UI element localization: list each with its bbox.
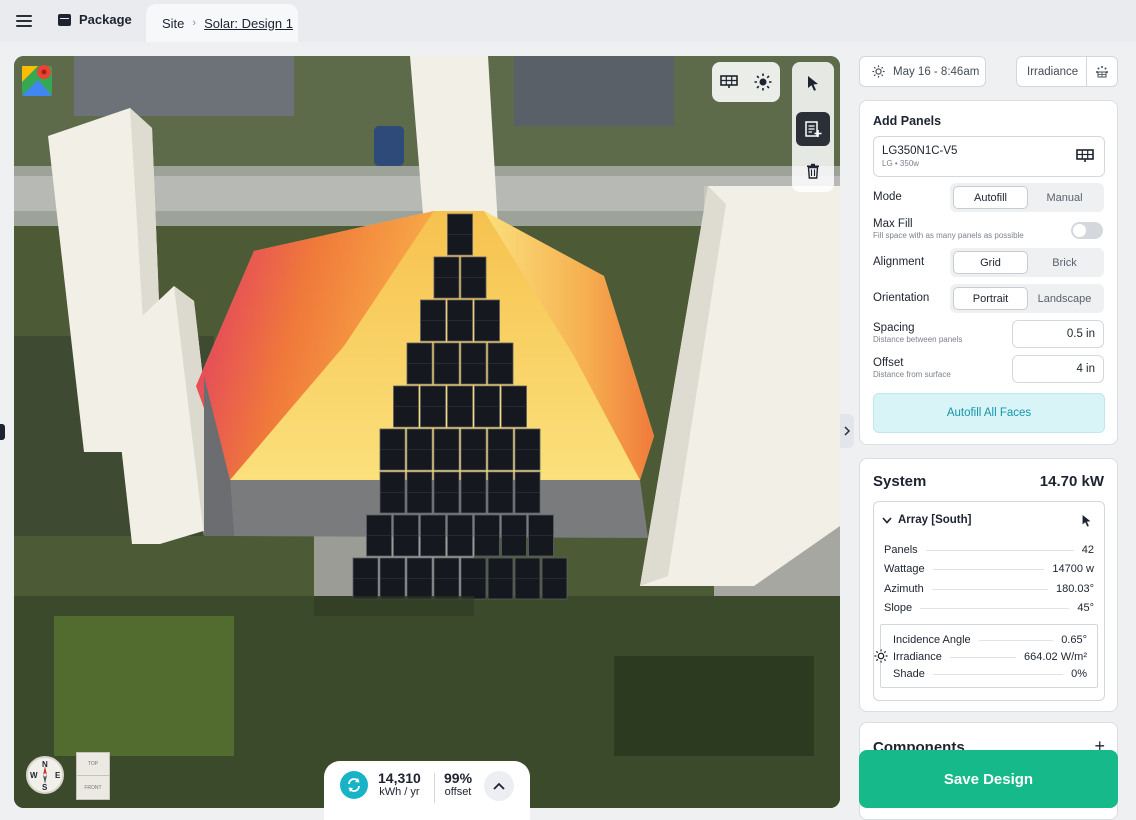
sun-row-incidence: Incidence Angle 0.65° bbox=[893, 634, 1087, 646]
array-row-azimuth: Azimuth 180.03° bbox=[884, 583, 1094, 595]
package-icon bbox=[58, 13, 71, 26]
stats-divider bbox=[434, 773, 435, 803]
mode-label: Mode bbox=[873, 191, 902, 203]
map-viewport[interactable]: N S E W TOP FRONT bbox=[14, 56, 840, 808]
irradiance-button[interactable]: Irradiance bbox=[1017, 66, 1086, 78]
expand-stats-button[interactable] bbox=[484, 771, 514, 801]
spacing-description: Distance between panels bbox=[873, 335, 963, 344]
hamburger-menu-icon[interactable] bbox=[14, 12, 34, 30]
energy-stat: 14,310 kWh / yr bbox=[378, 771, 421, 799]
breadcrumb-separator: › bbox=[192, 17, 197, 29]
system-total: 14.70 kW bbox=[1039, 473, 1104, 490]
add-panels-title: Add Panels bbox=[873, 114, 942, 128]
package-button[interactable]: Package bbox=[58, 12, 132, 27]
system-title: System bbox=[873, 473, 927, 490]
production-stats: 14,310 kWh / yr 99% offset bbox=[324, 761, 530, 820]
array-toggle[interactable]: Array [South] bbox=[882, 514, 971, 526]
left-drag-handle[interactable] bbox=[0, 424, 5, 440]
refresh-icon bbox=[348, 778, 360, 792]
max-fill-label: Max Fill bbox=[873, 218, 913, 230]
date-time-label: May 16 - 8:46am bbox=[893, 65, 980, 78]
breadcrumb-design[interactable]: Solar: Design 1 bbox=[204, 16, 293, 31]
energy-unit: kWh / yr bbox=[379, 786, 420, 798]
aerial-scene bbox=[14, 56, 840, 808]
select-tool[interactable] bbox=[796, 66, 830, 100]
offset-input[interactable]: 4 in bbox=[1012, 355, 1104, 383]
mode-autofill-option[interactable]: Autofill bbox=[953, 186, 1028, 209]
view-cube-front[interactable]: FRONT bbox=[77, 776, 109, 799]
collapse-panel-button[interactable] bbox=[840, 414, 854, 448]
system-card: System 14.70 kW Array [South] Panels 42 W… bbox=[859, 458, 1118, 712]
compass[interactable]: N S E W bbox=[26, 756, 64, 794]
save-design-button[interactable]: Save Design bbox=[859, 750, 1118, 808]
trash-icon bbox=[807, 163, 819, 179]
energy-value: 14,310 bbox=[378, 770, 421, 786]
alignment-label: Alignment bbox=[873, 256, 925, 268]
mode-toggle: Autofill Manual bbox=[950, 183, 1104, 212]
sun-view-toggle[interactable] bbox=[749, 68, 777, 96]
sun-icon bbox=[872, 65, 885, 78]
array-name: Array [South] bbox=[898, 514, 972, 526]
top-bar: Package Site › Solar: Design 1 bbox=[0, 0, 1136, 42]
sun-row-shade: Shade 0% bbox=[893, 668, 1087, 680]
select-array-cursor-icon[interactable] bbox=[1081, 514, 1092, 527]
orientation-label: Orientation bbox=[873, 292, 930, 304]
add-panels-card: Add Panels LG350N1C-V5 LG • 350w Mode Au… bbox=[859, 100, 1118, 445]
cursor-icon bbox=[808, 76, 818, 91]
sun-row-irradiance: Irradiance 664.02 W/m² bbox=[893, 651, 1087, 663]
irradiance-grid-icon bbox=[1095, 65, 1108, 77]
map-view-toolbar bbox=[712, 62, 780, 102]
panel-view-toggle[interactable] bbox=[715, 68, 743, 96]
sun-icon bbox=[874, 649, 888, 663]
offset-stat: 99% offset bbox=[444, 771, 472, 799]
mode-manual-option[interactable]: Manual bbox=[1028, 186, 1101, 209]
panel-model-select[interactable]: LG350N1C-V5 LG • 350w bbox=[873, 136, 1105, 177]
irradiance-settings-button[interactable] bbox=[1085, 57, 1117, 86]
chevron-down-icon bbox=[882, 516, 892, 524]
add-panel-icon bbox=[805, 121, 822, 137]
max-fill-description: Fill space with as many panels as possib… bbox=[873, 231, 1024, 240]
array-row-slope: Slope 45° bbox=[884, 602, 1094, 614]
orientation-portrait-option[interactable]: Portrait bbox=[953, 287, 1028, 310]
sun-icon bbox=[754, 73, 772, 91]
solar-panel-icon bbox=[1076, 149, 1094, 162]
chevron-right-icon bbox=[844, 426, 851, 436]
solar-panel-icon bbox=[720, 75, 738, 88]
panel-model-name: LG350N1C-V5 bbox=[882, 145, 958, 157]
chevron-up-icon bbox=[493, 782, 505, 790]
edit-toolbar bbox=[792, 62, 834, 192]
view-cube[interactable]: TOP FRONT bbox=[76, 752, 110, 800]
view-cube-top[interactable]: TOP bbox=[77, 753, 109, 776]
offset-unit: offset bbox=[444, 786, 472, 798]
compass-needle-icon bbox=[43, 766, 47, 784]
offset-description: Distance from surface bbox=[873, 370, 951, 379]
irradiance-control: Irradiance bbox=[1016, 56, 1118, 87]
breadcrumb-site[interactable]: Site bbox=[162, 16, 184, 31]
array-section: Array [South] Panels 42 Wattage 14700 w Az… bbox=[873, 501, 1105, 701]
alignment-toggle: Grid Brick bbox=[950, 248, 1104, 277]
spacing-input[interactable]: 0.5 in bbox=[1012, 320, 1104, 348]
refresh-button[interactable] bbox=[340, 771, 368, 799]
orientation-toggle: Portrait Landscape bbox=[950, 284, 1104, 313]
autofill-all-faces-button[interactable]: Autofill All Faces bbox=[873, 393, 1105, 433]
spacing-label: Spacing bbox=[873, 322, 915, 334]
sun-metrics: Incidence Angle 0.65° Irradiance 664.02 W/… bbox=[874, 624, 1098, 688]
package-label: Package bbox=[79, 12, 132, 27]
breadcrumb: Site › Solar: Design 1 bbox=[146, 4, 298, 42]
delete-tool[interactable] bbox=[796, 154, 830, 188]
date-time-button[interactable]: May 16 - 8:46am bbox=[859, 56, 986, 87]
array-row-panels: Panels 42 bbox=[884, 544, 1094, 556]
max-fill-toggle[interactable] bbox=[1071, 222, 1103, 239]
offset-label: Offset bbox=[873, 357, 904, 369]
offset-value: 99% bbox=[444, 770, 473, 786]
add-panel-tool[interactable] bbox=[796, 112, 830, 146]
panel-model-sub: LG • 350w bbox=[882, 159, 920, 168]
orientation-landscape-option[interactable]: Landscape bbox=[1028, 287, 1101, 310]
alignment-grid-option[interactable]: Grid bbox=[953, 251, 1028, 274]
google-maps-logo bbox=[22, 65, 52, 96]
array-row-wattage: Wattage 14700 w bbox=[884, 563, 1094, 575]
alignment-brick-option[interactable]: Brick bbox=[1028, 251, 1101, 274]
